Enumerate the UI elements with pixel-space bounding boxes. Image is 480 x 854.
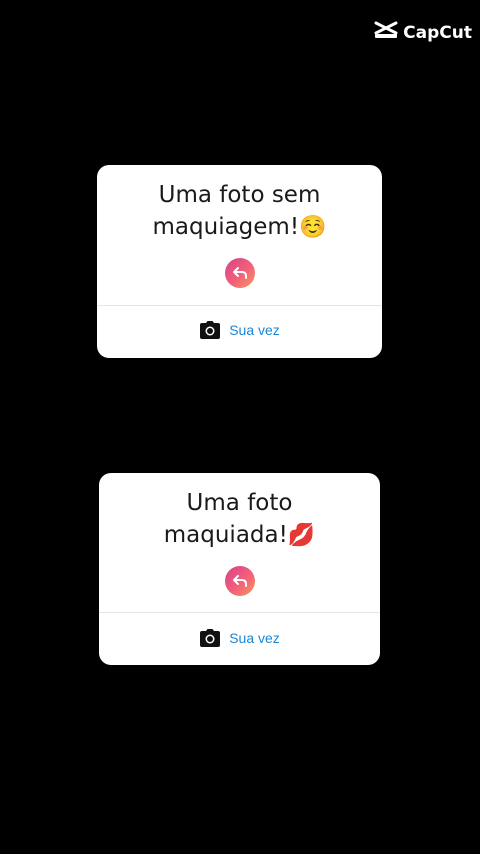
prompt-line-1: Uma foto	[186, 490, 293, 516]
sticker-prompt: Uma foto maquiada!💋	[99, 487, 380, 552]
camera-icon	[199, 320, 221, 340]
reply-arrow-icon	[232, 575, 247, 587]
smiling-emoji: ☺️	[299, 215, 327, 240]
your-turn-button[interactable]: Sua vez	[97, 320, 382, 340]
divider	[97, 305, 382, 306]
divider	[99, 612, 380, 613]
prompt-line-2: maquiagem!☺️	[152, 214, 327, 240]
kiss-mark-emoji: 💋	[287, 523, 316, 548]
question-sticker-1: Uma foto sem maquiagem!☺️ Sua vez	[97, 165, 382, 358]
watermark-text: CapCut	[403, 22, 472, 43]
camera-icon	[199, 628, 221, 648]
your-turn-label: Sua vez	[229, 322, 280, 338]
prompt-line-1: Uma foto sem	[158, 182, 321, 208]
capcut-watermark: CapCut	[374, 20, 472, 45]
prompt-line-2: maquiada!💋	[163, 522, 316, 548]
question-sticker-2: Uma foto maquiada!💋 Sua vez	[99, 473, 380, 665]
reply-button[interactable]	[224, 566, 255, 596]
reply-button[interactable]	[224, 258, 255, 288]
your-turn-button[interactable]: Sua vez	[99, 628, 380, 648]
reply-arrow-icon	[232, 267, 247, 279]
sticker-prompt: Uma foto sem maquiagem!☺️	[97, 179, 382, 244]
capcut-logo-icon	[374, 20, 398, 45]
your-turn-label: Sua vez	[229, 630, 280, 646]
